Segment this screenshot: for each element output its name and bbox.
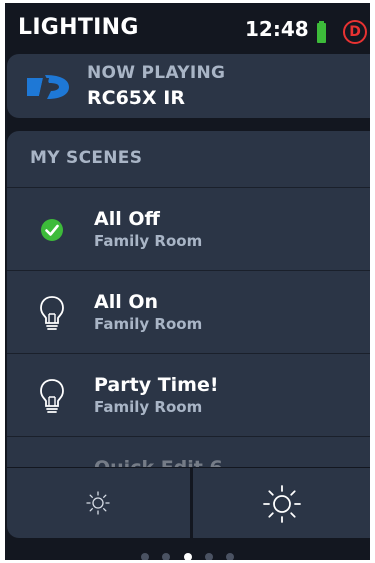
scene-item-all-on[interactable]: All On Family Room [7, 271, 370, 354]
scenes-panel: MY SCENES All Off Family Room All On Fam… [7, 131, 370, 467]
now-playing-card[interactable]: NOW PLAYING RC65X IR [7, 54, 370, 118]
scene-item-all-off[interactable]: All Off Family Room [7, 188, 370, 271]
page-dot[interactable] [204, 553, 213, 560]
directv-logo-icon [27, 75, 69, 99]
page-indicator [5, 546, 370, 560]
page-dot[interactable] [141, 553, 150, 560]
scene-name: All Off [94, 208, 160, 230]
brightness-controls [7, 468, 370, 538]
page-dot[interactable] [225, 553, 234, 560]
scenes-header: MY SCENES [7, 131, 370, 188]
now-playing-label: NOW PLAYING [87, 63, 226, 83]
scene-name: Party Time! [94, 374, 219, 396]
check-circle-icon [41, 219, 63, 241]
scene-room: Family Room [94, 398, 203, 416]
now-playing-device: RC65X IR [87, 87, 185, 109]
page-title: LIGHTING [18, 15, 139, 40]
lightbulb-icon [40, 296, 64, 330]
page-dot-active[interactable] [183, 553, 192, 560]
brightness-down-icon [86, 491, 110, 515]
page-dot[interactable] [162, 553, 171, 560]
brightness-up-icon [263, 485, 301, 523]
brightness-up-button[interactable] [193, 468, 370, 538]
battery-icon [317, 21, 326, 43]
scenes-header-label: MY SCENES [30, 148, 143, 168]
scene-item-party-time[interactable]: Party Time! Family Room [7, 354, 370, 437]
clock: 12:48 [245, 17, 309, 41]
scene-room: Family Room [94, 232, 203, 250]
scene-item-quick-edit[interactable]: Quick Edit 6 [7, 437, 370, 467]
scene-name: All On [94, 291, 159, 313]
brightness-down-button[interactable] [7, 468, 190, 538]
device-screen: LIGHTING 12:48 D NOW PLAYING RC65X IR MY… [5, 3, 370, 560]
scene-name: Quick Edit 6 [94, 457, 223, 467]
status-header: LIGHTING 12:48 D [5, 3, 370, 51]
lightbulb-icon [40, 379, 64, 413]
profile-badge[interactable]: D [343, 20, 367, 44]
scene-room: Family Room [94, 315, 203, 333]
